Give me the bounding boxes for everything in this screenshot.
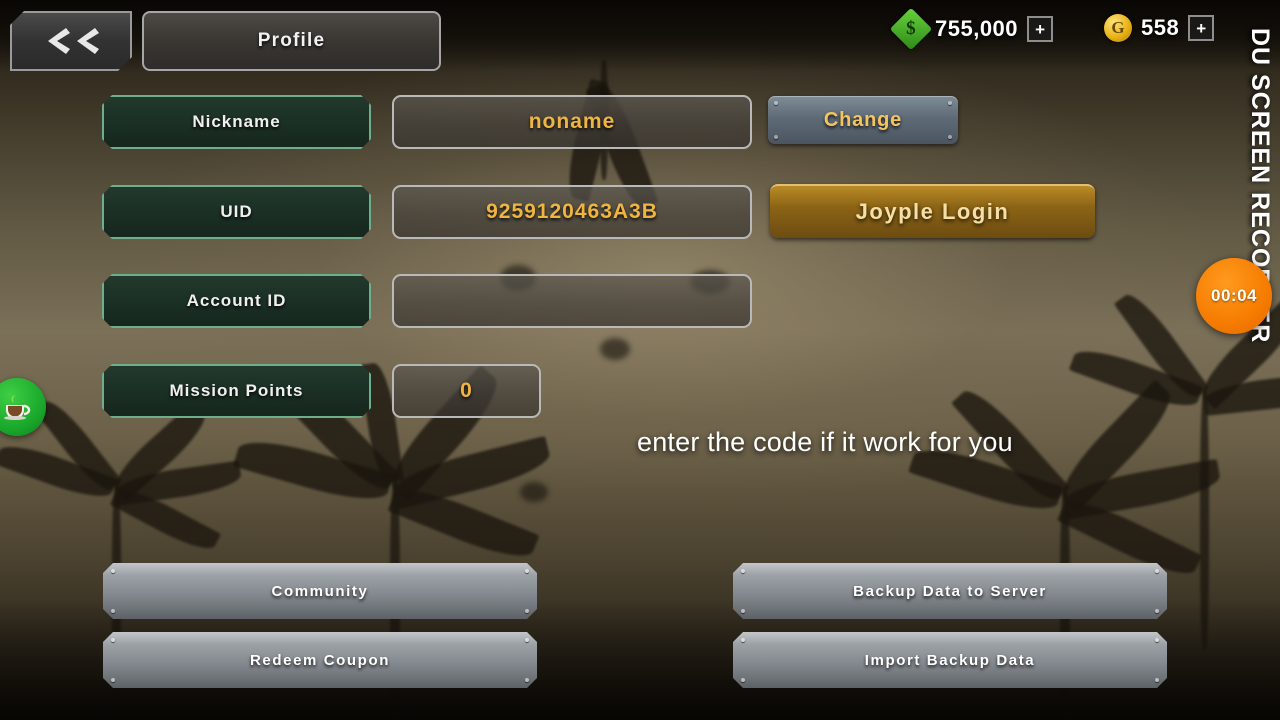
gold-currency-display: G 558 + — [1104, 14, 1215, 42]
page-title: Profile — [142, 11, 441, 71]
field-label-account-id[interactable]: Account ID — [102, 274, 371, 328]
recording-time-label: 00:04 — [1211, 286, 1257, 305]
import-backup-data-button[interactable]: Import Backup Data — [733, 632, 1167, 688]
field-label-nickname[interactable]: Nickname — [102, 95, 371, 149]
field-label-mission-points[interactable]: Mission Points — [102, 364, 371, 418]
foliage-blob-d — [520, 482, 548, 502]
back-button[interactable] — [10, 11, 132, 71]
field-label-text: UID — [220, 202, 253, 221]
video-caption-text: enter the code if it work for you — [637, 427, 1013, 457]
gold-amount: 558 — [1141, 15, 1180, 40]
field-value-mission-points[interactable]: 0 — [392, 364, 541, 418]
field-value-uid[interactable]: 9259120463A3B — [392, 185, 752, 239]
field-value-text: noname — [528, 110, 616, 133]
field-label-text: Mission Points — [169, 381, 304, 400]
screen-recorder-overlay: DU SCREEN RECORDER 00:04 — [1196, 0, 1280, 343]
diamond-dollar-icon: $ — [889, 7, 933, 51]
backup-data-button-label: Backup Data to Server — [853, 582, 1047, 600]
field-value-nickname[interactable]: noname — [392, 95, 752, 149]
gold-symbol: G — [1111, 18, 1125, 37]
money-currency-display: $ 755,000 + — [889, 7, 1054, 51]
page-title-label: Profile — [257, 30, 326, 51]
change-button-label: Change — [823, 108, 903, 131]
gold-coin-icon: G — [1104, 14, 1132, 42]
redeem-coupon-button-label: Redeem Coupon — [250, 651, 390, 669]
money-add-button[interactable]: + — [1027, 16, 1054, 42]
double-chevron-left-icon — [44, 26, 99, 56]
field-label-uid[interactable]: UID — [102, 185, 371, 239]
field-label-text: Nickname — [192, 112, 281, 131]
redeem-coupon-button[interactable]: Redeem Coupon — [103, 632, 537, 688]
joyple-login-label: Joyple Login — [855, 199, 1010, 224]
community-button-label: Community — [271, 582, 369, 600]
foliage-blob-b — [600, 338, 630, 360]
field-value-text: 0 — [460, 379, 473, 402]
money-amount: 755,000 — [935, 16, 1019, 41]
game-screen: Profile $ 755,000 + G 558 + Nickname non… — [0, 0, 1280, 720]
import-backup-button-label: Import Backup Data — [864, 651, 1036, 669]
field-label-text: Account ID — [186, 291, 287, 310]
field-value-account-id[interactable] — [392, 274, 752, 328]
field-value-text: 9259120463A3B — [486, 200, 658, 223]
recording-timer-badge[interactable]: 00:04 — [1196, 258, 1272, 334]
community-button[interactable]: Community — [103, 563, 537, 619]
backup-data-to-server-button[interactable]: Backup Data to Server — [733, 563, 1167, 619]
money-symbol: $ — [906, 18, 916, 39]
joyple-login-button[interactable]: Joyple Login — [770, 184, 1095, 238]
change-nickname-button[interactable]: Change — [768, 96, 958, 144]
